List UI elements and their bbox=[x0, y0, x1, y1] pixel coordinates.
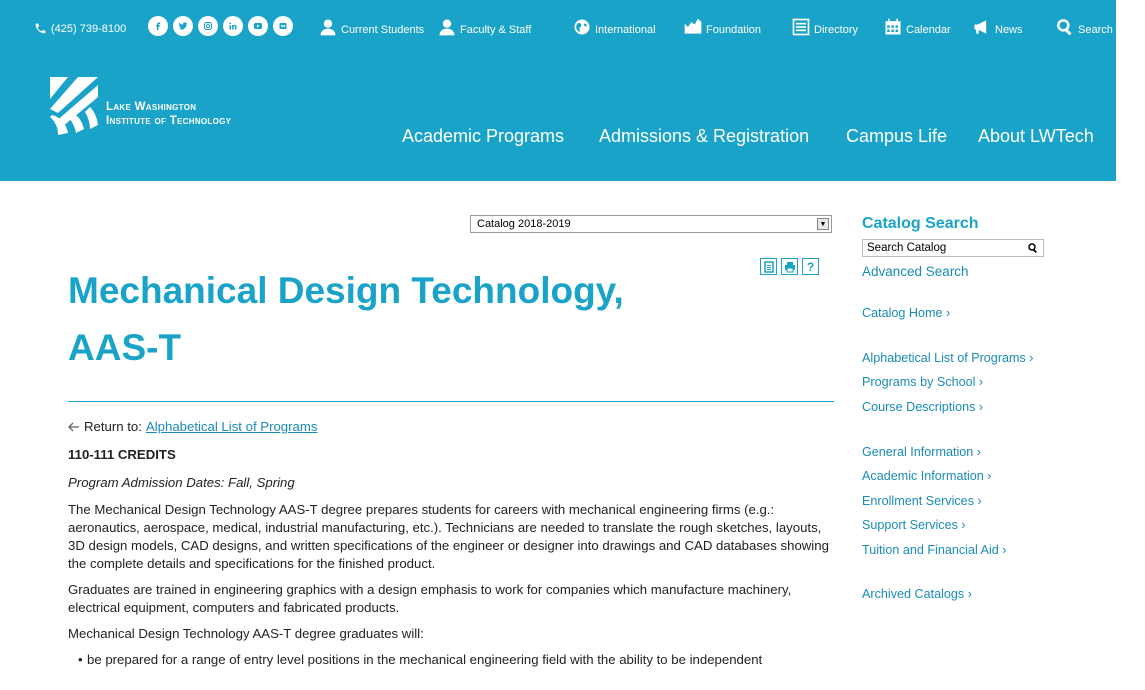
list-item: be prepared for a range of entry level p… bbox=[78, 651, 834, 669]
sidebar: Catalog Search Search Catalog Advanced S… bbox=[862, 215, 1062, 601]
globe-icon bbox=[574, 19, 590, 35]
paragraph: The Mechanical Design Technology AAS-T d… bbox=[68, 502, 829, 571]
page-tools: ? bbox=[760, 258, 819, 275]
sidebar-item-by-school[interactable]: Programs by School › bbox=[862, 375, 983, 389]
search-link[interactable]: Search bbox=[1055, 17, 1113, 37]
search-icon[interactable] bbox=[1027, 242, 1039, 254]
title-divider bbox=[68, 401, 834, 402]
catalog-search-input[interactable]: Search Catalog bbox=[862, 239, 1044, 257]
sidebar-item-archived-catalogs[interactable]: Archived Catalogs › bbox=[862, 587, 972, 601]
chart-icon bbox=[684, 18, 702, 34]
sidebar-item-catalog-home[interactable]: Catalog Home › bbox=[862, 306, 950, 320]
advanced-search-link[interactable]: Advanced Search bbox=[862, 264, 969, 279]
return-label: Return to: bbox=[84, 419, 142, 434]
catalog-search-title: Catalog Search bbox=[862, 215, 979, 232]
print-icon[interactable] bbox=[781, 258, 798, 275]
admission-dates: Program Admission Dates: Fall, Spring bbox=[68, 475, 295, 490]
nav-campus-life[interactable]: Campus Life bbox=[846, 126, 947, 147]
sidebar-item-general-information[interactable]: General Information › bbox=[862, 445, 981, 459]
current-students-link[interactable]: Current Students bbox=[318, 17, 424, 37]
international-link[interactable]: International bbox=[572, 17, 656, 37]
directory-icon bbox=[792, 18, 810, 36]
calendar-link[interactable]: Calendar bbox=[883, 17, 951, 37]
outcomes-list: be prepared for a range of entry level p… bbox=[68, 651, 834, 669]
return-link-row: Return to: Alphabetical List of Programs bbox=[68, 418, 834, 436]
return-alpha-list-link[interactable]: Alphabetical List of Programs bbox=[146, 418, 318, 436]
page-title: Mechanical Design Technology, AAS-T bbox=[68, 270, 624, 368]
catalog-select[interactable]: Catalog 2018-2019 ▼ bbox=[470, 215, 832, 233]
utility-links: Current Students Faculty & Staff Interna… bbox=[0, 17, 1116, 47]
utility-bar: (425) 739-8100 Current Students Faculty … bbox=[0, 0, 1116, 50]
nav-about-lwtech[interactable]: About LWTech bbox=[978, 126, 1094, 147]
person-icon bbox=[320, 19, 336, 36]
chevron-down-icon[interactable]: ▼ bbox=[817, 218, 829, 230]
credits: 110-111 CREDITS bbox=[68, 447, 176, 462]
sidebar-item-course-descriptions[interactable]: Course Descriptions › bbox=[862, 400, 983, 414]
sidebar-item-enrollment-services[interactable]: Enrollment Services › bbox=[862, 494, 982, 508]
calendar-icon bbox=[885, 18, 901, 35]
paragraph: Graduates are trained in engineering gra… bbox=[68, 582, 792, 615]
megaphone-icon bbox=[974, 20, 987, 34]
nav-admissions-registration[interactable]: Admissions & Registration bbox=[599, 126, 809, 147]
sidebar-item-support-services[interactable]: Support Services › bbox=[862, 518, 966, 532]
nav-academic-programs[interactable]: Academic Programs bbox=[402, 126, 564, 147]
person-icon bbox=[439, 19, 455, 36]
logo-text: Lake Washington Institute of Technology bbox=[106, 101, 232, 127]
search-icon bbox=[1057, 19, 1072, 36]
foundation-link[interactable]: Foundation bbox=[683, 17, 761, 37]
back-arrow-icon bbox=[68, 422, 79, 432]
faculty-staff-link[interactable]: Faculty & Staff bbox=[437, 17, 531, 37]
site-header: (425) 739-8100 Current Students Faculty … bbox=[0, 0, 1116, 181]
sidebar-item-alpha-list[interactable]: Alphabetical List of Programs › bbox=[862, 351, 1034, 365]
news-link[interactable]: News bbox=[972, 17, 1023, 37]
sidebar-item-tuition-financial-aid[interactable]: Tuition and Financial Aid › bbox=[862, 543, 1006, 557]
program-content: Return to: Alphabetical List of Programs… bbox=[68, 418, 834, 669]
directory-link[interactable]: Directory bbox=[791, 17, 858, 37]
search-placeholder: Search Catalog bbox=[867, 242, 947, 254]
help-icon[interactable]: ? bbox=[802, 258, 819, 275]
sidebar-item-academic-information[interactable]: Academic Information › bbox=[862, 469, 992, 483]
lwtech-logo[interactable]: Lake Washington Institute of Technology bbox=[50, 77, 231, 137]
catalog-select-value: Catalog 2018-2019 bbox=[477, 218, 571, 230]
paragraph: Mechanical Design Technology AAS-T degre… bbox=[68, 626, 424, 641]
logo-mark bbox=[50, 77, 98, 135]
